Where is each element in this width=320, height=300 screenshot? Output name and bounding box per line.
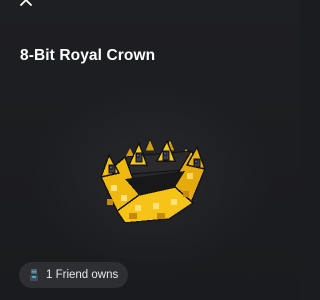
close-icon (20, 0, 32, 6)
item-title: 8-Bit Royal Crown (20, 47, 156, 64)
crown-image (95, 125, 207, 224)
close-button[interactable] (14, 0, 38, 12)
friend-avatar-icon (27, 268, 41, 282)
friends-owned-label: 1 Friend owns (46, 269, 119, 281)
friends-owned-chip[interactable]: 1 Friend owns (19, 262, 129, 288)
